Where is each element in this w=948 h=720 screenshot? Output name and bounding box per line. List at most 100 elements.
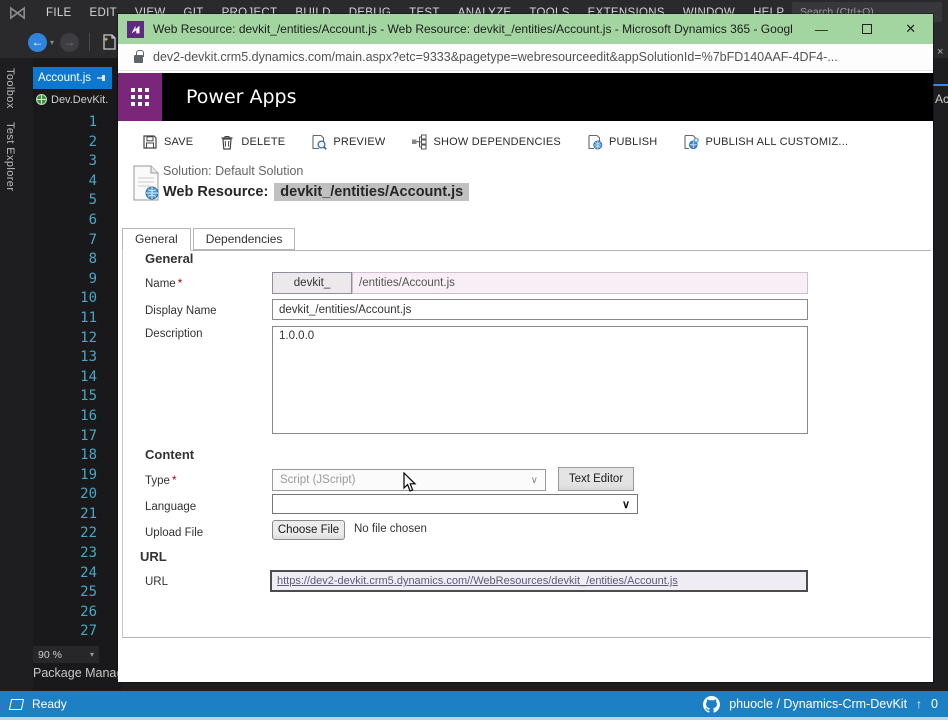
name-prefix-field[interactable] [272, 272, 352, 294]
status-ready: Ready [32, 697, 67, 711]
save-button[interactable]: SAVE [142, 134, 193, 150]
line-number: 12 [80, 329, 97, 346]
chevron-down-icon: ∨ [621, 498, 630, 511]
status-repo[interactable]: phuocle / Dynamics-Crm-DevKit [729, 697, 907, 711]
section-heading-url: URL [140, 549, 167, 564]
display-name-field[interactable] [272, 299, 808, 320]
package-manager-window-title: Package Manag [33, 666, 124, 680]
line-number: 2 [88, 133, 97, 150]
required-mark: * [171, 475, 177, 487]
line-number: 18 [80, 447, 97, 464]
push-arrow-icon[interactable]: ↑ [916, 697, 922, 711]
line-number: 27 [80, 623, 97, 640]
section-heading-content: Content [145, 447, 195, 462]
language-select[interactable]: ∨ [272, 494, 638, 514]
editor-tab-accountjs[interactable]: Account.js [33, 67, 112, 89]
address-bar[interactable]: dev2-devkit.crm5.dynamics.com/main.aspx?… [118, 44, 933, 71]
screen: ⋈ FILE EDIT VIEW GIT PROJECT BUILD DEBUG TEST AN… [0, 0, 948, 720]
webresource-page-icon [133, 165, 159, 201]
line-number: 21 [80, 505, 97, 522]
menu-item[interactable]: FILE [37, 7, 81, 19]
show-dependencies-button[interactable]: SHOW DEPENDENCIES [411, 134, 561, 150]
pin-icon[interactable] [96, 73, 107, 84]
publish-all-label: PUBLISH ALL CUSTOMIZ... [705, 136, 849, 148]
sidebar-tab-toolbox[interactable]: Toolbox [4, 68, 16, 109]
background-task-icon [8, 698, 25, 710]
waffle-icon [131, 88, 149, 106]
line-number: 16 [80, 407, 97, 424]
tab-dependencies[interactable]: Dependencies [192, 228, 296, 250]
vs-statusbar: Ready phuocle / Dynamics-Crm-DevKit ↑ 0 [0, 691, 948, 717]
powerapps-header: Power Apps [118, 73, 933, 121]
navigate-forward-button[interactable]: → [60, 32, 80, 52]
maximize-icon[interactable] [861, 24, 872, 34]
webresource-icon [36, 94, 47, 105]
trash-icon [221, 136, 233, 150]
chevron-down-icon[interactable]: ▾ [50, 38, 54, 47]
text-editor-button[interactable]: Text Editor [558, 467, 634, 491]
line-number: 25 [80, 584, 97, 601]
preview-button[interactable]: PREVIEW [311, 134, 385, 150]
editor-tab-devdevkit[interactable]: Dev.DevKit. [33, 89, 121, 110]
new-file-icon[interactable] [100, 33, 118, 51]
tab-general[interactable]: General [122, 228, 191, 251]
dependencies-icon [412, 134, 427, 150]
delete-button[interactable]: DELETE [219, 134, 285, 150]
line-number: 19 [80, 466, 97, 483]
page-title: Web Resource: devkit_/entities/Account.js [163, 183, 470, 201]
close-icon[interactable]: ✕ [905, 21, 916, 37]
line-number: 1 [88, 114, 97, 130]
publish-button[interactable]: PUBLISH [587, 134, 657, 150]
window-title: Web Resource: devkit_/entities/Account.j… [153, 22, 793, 36]
dynamics365-favicon [127, 20, 144, 38]
line-number: 26 [80, 603, 97, 620]
description-field[interactable]: 1.0.0.0 [272, 326, 808, 434]
line-number: 13 [80, 349, 97, 366]
line-number: 4 [88, 172, 97, 189]
resource-prefix: Web Resource: [163, 184, 269, 200]
browser-titlebar: Web Resource: devkit_/entities/Account.j… [118, 14, 933, 44]
solution-label: Solution: Default Solution [163, 164, 304, 178]
github-icon [703, 695, 721, 713]
delete-label: DELETE [241, 136, 286, 148]
section-heading-general: General [145, 251, 194, 266]
line-number: 17 [80, 427, 97, 444]
command-bar: SAVE DELETE PREVIEW SHOW DEPENDENCIES PU… [118, 129, 933, 155]
sidebar-tab-test-explorer[interactable]: Test Explorer [4, 122, 16, 191]
push-count: 0 [931, 697, 938, 711]
type-label: Type * [145, 475, 177, 487]
line-number: 6 [88, 211, 97, 228]
url-label: URL [145, 576, 169, 588]
language-label: Language [145, 501, 197, 513]
waffle-menu-button[interactable] [118, 73, 162, 121]
line-number: 14 [80, 368, 97, 385]
name-field[interactable] [352, 272, 808, 294]
editor-tab-label: Dev.DevKit. [51, 93, 109, 106]
brand-title: Power Apps [186, 86, 297, 108]
navigate-back-button[interactable]: ← [28, 32, 47, 52]
url-link[interactable]: https://dev2-devkit.crm5.dynamics.com//W… [277, 575, 678, 587]
lock-icon[interactable] [134, 49, 144, 63]
line-number: 22 [80, 525, 97, 542]
show-dependencies-label: SHOW DEPENDENCIES [433, 136, 561, 148]
line-number: 24 [80, 564, 97, 581]
browser-window: Web Resource: devkit_/entities/Account.j… [118, 14, 933, 682]
tabstrip: General Dependencies [122, 228, 296, 251]
line-number: 3 [88, 153, 97, 170]
publish-label: PUBLISH [608, 136, 658, 148]
description-label: Description [145, 328, 203, 340]
editor-zoom-dropdown[interactable]: 90 % ▾ [33, 646, 99, 663]
close-icon[interactable]: × [937, 46, 943, 58]
url-field[interactable]: https://dev2-devkit.crm5.dynamics.com//W… [270, 570, 808, 592]
preview-label: PREVIEW [333, 136, 386, 148]
resource-name-selected: devkit_/entities/Account.js [274, 183, 470, 201]
display-name-label: Display Name [145, 305, 217, 317]
address-text[interactable]: dev2-devkit.crm5.dynamics.com/main.aspx?… [153, 50, 838, 64]
minimize-icon[interactable]: — [815, 22, 828, 37]
editor-tab-label: Account.js [38, 72, 92, 84]
choose-file-button[interactable]: Choose File [272, 520, 345, 540]
save-icon [143, 135, 157, 149]
publish-all-button[interactable]: PUBLISH ALL CUSTOMIZ... [683, 134, 848, 150]
line-number: 10 [80, 290, 97, 307]
publish-all-icon [684, 134, 700, 150]
